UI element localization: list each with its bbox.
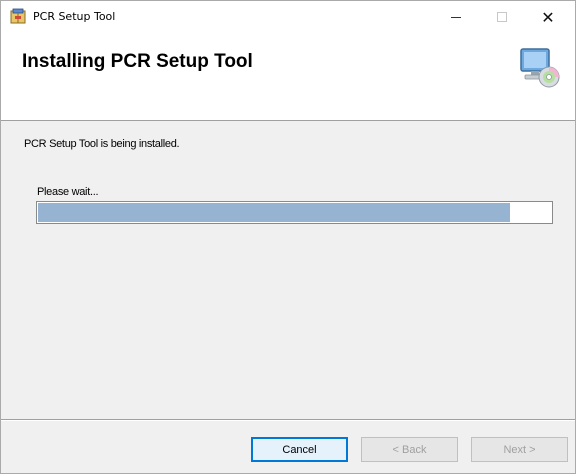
header-banner: Installing PCR Setup Tool: [1, 33, 575, 121]
close-icon: ✕: [541, 7, 555, 27]
next-button: Next >: [471, 437, 568, 462]
minimize-icon: [451, 16, 461, 18]
install-progress-bar: [36, 201, 553, 224]
installer-window: PCR Setup Tool ✕ Installing PCR Setup To…: [0, 0, 576, 474]
close-button[interactable]: ✕: [525, 1, 571, 33]
progress-fill: [38, 203, 510, 222]
minimize-button[interactable]: [433, 1, 479, 33]
button-divider: [1, 419, 575, 421]
installer-app-icon: [10, 8, 26, 24]
maximize-icon: [497, 12, 507, 22]
please-wait-label: Please wait...: [37, 186, 99, 198]
window-title: PCR Setup Tool: [33, 10, 116, 23]
cancel-button[interactable]: Cancel: [251, 437, 348, 462]
computer-install-icon: [520, 48, 560, 88]
title-bar[interactable]: PCR Setup Tool ✕: [1, 1, 575, 33]
maximize-button: [479, 1, 525, 33]
install-status-text: PCR Setup Tool is being installed.: [24, 138, 180, 150]
page-title: Installing PCR Setup Tool: [22, 51, 253, 72]
back-button: < Back: [361, 437, 458, 462]
